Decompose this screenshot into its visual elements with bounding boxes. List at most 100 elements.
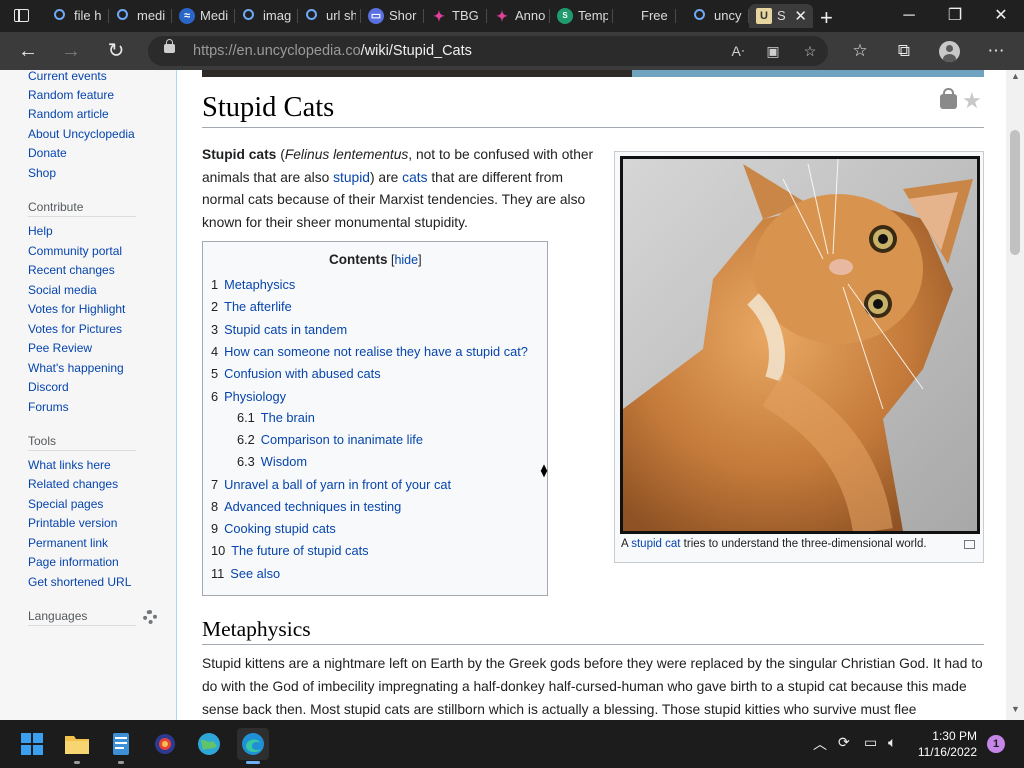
browser-tab[interactable]: ✦ Anno [487,4,550,28]
section-paragraph: Stupid kittens are a nightmare left on E… [202,656,983,717]
scrollbar-thumb[interactable] [1010,130,1020,255]
browser-tab[interactable]: ≈ Medi [172,4,235,28]
browser-tab-active[interactable]: U S ✕ [749,4,813,28]
close-tab-icon[interactable]: ✕ [794,7,807,25]
link-stupid-cat[interactable]: stupid cat [631,538,680,550]
file-explorer-icon[interactable] [61,728,93,764]
sidebar-link-about[interactable]: About Uncyclopedia [28,127,135,141]
search-icon [117,9,128,20]
sidebar-link-random-article[interactable]: Random article [28,107,109,121]
browser-tab[interactable]: file h [46,4,109,28]
browser-tab[interactable]: medi [109,4,172,28]
toc-item[interactable]: 2 The afterlife [211,299,292,314]
toc-item[interactable]: 11 See also [211,566,280,581]
toc-item[interactable]: 8 Advanced techniques in testing [211,499,401,514]
back-icon[interactable]: ← [14,38,42,64]
sidebar-link-permanent-link[interactable]: Permanent link [28,536,108,550]
close-window-icon[interactable]: ✕ [978,4,1024,28]
chevron-up-icon[interactable]: ︿ [813,734,827,754]
address-bar[interactable]: https://en.uncyclopedia.co/wiki/Stupid_C… [148,36,828,66]
header-banner [202,70,984,77]
sidebar-link-forums[interactable]: Forums [28,400,69,414]
toc-item[interactable]: 7 Unravel a ball of yarn in front of your… [211,477,451,492]
link-stupid[interactable]: stupid [333,170,370,185]
notification-badge[interactable]: 1 [987,735,1005,753]
globe-app-icon[interactable] [193,728,225,760]
favorites-icon[interactable]: ☆ [846,38,874,64]
sidebar-link-shortened-url[interactable]: Get shortened URL [28,575,131,589]
sidebar-link-random-feature[interactable]: Random feature [28,88,114,102]
sidebar-link-related-changes[interactable]: Related changes [28,477,118,491]
toc-item[interactable]: 6 Physiology [211,389,286,404]
browser-tab[interactable]: S Temp [550,4,613,28]
sidebar-link-discord[interactable]: Discord [28,380,69,394]
cat-photo[interactable] [620,156,980,534]
page-scrollbar[interactable]: ▲ ▼ [1006,70,1024,720]
sidebar-link-shop[interactable]: Shop [28,166,56,180]
toc-item[interactable]: 9 Cooking stupid cats [211,521,336,536]
toc-item[interactable]: 4 How can someone not realise they have a… [211,344,528,359]
notepad-icon[interactable] [105,728,137,764]
sidebar-link-whats-happening[interactable]: What's happening [28,361,124,375]
sidebar-link-help[interactable]: Help [28,224,53,238]
collections-icon[interactable]: ⧉ [890,38,918,64]
sidebar-link-current-events[interactable]: Current events [28,70,107,83]
tab-actions-icon[interactable] [14,9,29,22]
add-favorite-icon[interactable]: ☆ [798,40,822,62]
sidebar-link-page-information[interactable]: Page information [28,555,119,569]
toc-subitem[interactable]: 6.2 Comparison to inanimate life [237,432,423,447]
toc-item[interactable]: 1 Metaphysics [211,277,295,292]
app-available-icon[interactable]: ▣ [761,40,785,62]
browser-tab[interactable]: Free [613,4,676,28]
link-cats[interactable]: cats [402,170,427,185]
start-button[interactable] [16,728,48,760]
navigation-bar: ← → ↻ https://en.uncyclopedia.co/wiki/St… [0,32,1024,70]
scroll-up-icon[interactable]: ▲ [1011,71,1020,81]
browser-tab[interactable]: ✦ TBG [424,4,487,28]
star-icon[interactable]: ★ [962,88,982,114]
url-text[interactable]: https://en.uncyclopedia.co/wiki/Stupid_C… [193,43,472,59]
toc-subitem[interactable]: 6.3 Wisdom [237,454,307,469]
apple-icon [620,8,636,24]
profile-avatar[interactable] [939,41,960,62]
new-tab-icon[interactable]: + [820,5,833,31]
sync-icon[interactable]: ⟳ [838,734,850,751]
gear-icon[interactable] [143,610,157,624]
restore-icon[interactable]: ❐ [932,4,978,28]
sidebar-link-votes-pictures[interactable]: Votes for Pictures [28,322,122,336]
sidebar-link-what-links-here[interactable]: What links here [28,458,111,472]
sidebar-link-social-media[interactable]: Social media [28,283,97,297]
refresh-icon[interactable]: ↻ [102,38,130,64]
more-options-icon[interactable]: ⋯ [982,38,1010,64]
browser-tab[interactable]: uncy [686,4,749,28]
sidebar-link-community-portal[interactable]: Community portal [28,244,122,258]
browser-tab[interactable]: url sh [298,4,361,28]
app-icon[interactable] [149,728,181,760]
lock-icon[interactable] [164,39,175,53]
toc-item[interactable]: 10 The future of stupid cats [211,543,369,558]
sidebar-link-donate[interactable]: Donate [28,146,67,160]
toc-subitem[interactable]: 6.1 The brain [237,410,315,425]
enlarge-icon[interactable] [964,540,975,549]
shortener-icon: ▭ [368,8,384,24]
sidebar-link-printable-version[interactable]: Printable version [28,516,117,530]
edge-browser-icon[interactable] [237,728,269,764]
section-heading: Metaphysics [202,617,311,641]
volume-icon[interactable]: 🔈︎ [888,734,896,751]
network-icon[interactable]: ▭ [864,734,877,751]
scroll-down-icon[interactable]: ▼ [1011,704,1020,714]
sidebar-link-pee-review[interactable]: Pee Review [28,341,92,355]
sidebar-link-special-pages[interactable]: Special pages [28,497,103,511]
sidebar-link-recent-changes[interactable]: Recent changes [28,263,115,277]
toc-item[interactable]: 5 Confusion with abused cats [211,366,381,381]
browser-tab[interactable]: imag [235,4,298,28]
toc-item[interactable]: 3 Stupid cats in tandem [211,322,347,337]
clock[interactable]: 1:30 PM 11/16/2022 [918,728,977,760]
minimize-icon[interactable]: ─ [886,4,932,28]
read-aloud-icon[interactable]: Aᐧ [726,40,750,62]
sidebar-link-votes-highlight[interactable]: Votes for Highlight [28,302,125,316]
intro-paragraph: Stupid cats (Felinus lentementus, not to… [202,147,594,230]
browser-tab[interactable]: ▭ Shor [361,4,424,28]
forward-icon[interactable]: → [57,38,85,64]
toc-hide-link[interactable]: hide [394,253,418,267]
